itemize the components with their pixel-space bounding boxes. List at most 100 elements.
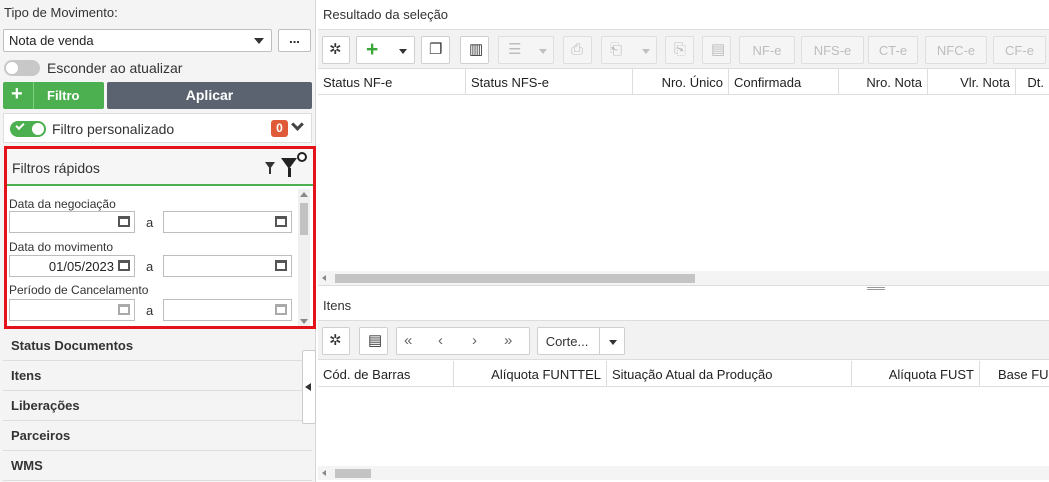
caret-down-icon[interactable]: [609, 340, 617, 345]
copy-button[interactable]: ❐: [421, 36, 450, 64]
chevron-down-icon[interactable]: [291, 118, 304, 131]
filtro-count-badge: 0: [271, 120, 288, 137]
date-value: 01/05/2023: [48, 259, 114, 274]
accordion-parceiros[interactable]: Parceiros: [3, 421, 312, 451]
calendar-icon[interactable]: [275, 216, 287, 227]
accordion-wms[interactable]: WMS: [3, 451, 312, 481]
button-divider: [33, 82, 34, 109]
report-button[interactable]: ▤: [702, 36, 731, 64]
nfce-label: NFC-e: [936, 43, 976, 58]
col-aliquota-funttel[interactable]: Alíquota FUNTTEL: [454, 361, 607, 387]
calendar-icon[interactable]: [275, 304, 287, 315]
scroll-left-icon[interactable]: [322, 275, 326, 281]
filtro-personalizado-label: Filtro personalizado: [52, 121, 175, 137]
nfse-button[interactable]: NFS-e: [801, 36, 864, 64]
col-nro-unico[interactable]: Nro. Único: [633, 69, 729, 95]
itens-detail-button[interactable]: ▤: [359, 327, 388, 355]
cte-button[interactable]: CT-e: [868, 36, 918, 64]
caret-down-icon[interactable]: [642, 49, 650, 54]
col-situacao-producao[interactable]: Situação Atual da Produção: [607, 361, 852, 387]
add-button[interactable]: +: [356, 36, 415, 64]
caret-down-icon[interactable]: [399, 49, 407, 54]
resultado-hscrollbar[interactable]: [318, 271, 1049, 285]
chevron-right-icon[interactable]: ›: [472, 333, 477, 349]
accordion-label: Liberações: [11, 398, 80, 413]
col-nro-nota[interactable]: Nro. Nota: [839, 69, 928, 95]
col-base-fu[interactable]: Base FU: [980, 361, 1049, 387]
caret-down-icon: [254, 38, 264, 44]
periodo-cancelamento-from[interactable]: [9, 299, 135, 321]
periodo-cancelamento-to[interactable]: [163, 299, 292, 321]
tipo-movimento-more-button[interactable]: ...: [278, 29, 311, 52]
nfce-button[interactable]: NFC-e: [925, 36, 987, 64]
caret-down-icon[interactable]: [539, 49, 547, 54]
double-chevron-right-icon[interactable]: »: [504, 333, 512, 349]
filtro-personalizado-toggle[interactable]: [10, 120, 46, 137]
cfe-label: CF-e: [1005, 43, 1034, 58]
col-vlr-nota[interactable]: Vlr. Nota: [928, 69, 1016, 95]
pdf-icon: ⎙: [571, 41, 584, 58]
range-separator: a: [146, 303, 154, 318]
periodo-cancelamento-label: Período de Cancelamento: [9, 283, 149, 297]
panel-splitter[interactable]: [318, 285, 1049, 290]
scrollbar-thumb[interactable]: [300, 203, 308, 235]
cfe-button[interactable]: CF-e: [993, 36, 1046, 64]
print-button[interactable]: ⎗: [601, 36, 657, 64]
scroll-up-icon[interactable]: [300, 192, 308, 197]
scrollbar-thumb[interactable]: [335, 274, 695, 283]
delete-button[interactable]: ▥: [460, 36, 489, 64]
filter-icon[interactable]: [265, 162, 275, 174]
data-negociacao-label: Data da negociação: [9, 197, 116, 211]
settings-button[interactable]: ✲: [322, 36, 350, 64]
col-cod-barras[interactable]: Cód. de Barras: [318, 361, 454, 387]
accordion-itens[interactable]: Itens: [3, 361, 312, 391]
double-chevron-left-icon[interactable]: «: [404, 333, 412, 349]
splitter-grip-icon[interactable]: [867, 287, 885, 290]
col-aliquota-fust[interactable]: Alíquota FUST: [852, 361, 980, 387]
data-movimento-to[interactable]: [163, 255, 292, 277]
data-negociacao-to[interactable]: [163, 211, 292, 233]
filter-clear-icon-stem: [288, 168, 291, 177]
itens-grid-header: Cód. de Barras Alíquota FUNTTEL Situação…: [318, 361, 1049, 387]
itens-hscrollbar[interactable]: [318, 466, 1049, 480]
chevron-left-icon[interactable]: ‹: [438, 333, 443, 349]
col-status-nfse[interactable]: Status NFS-e: [466, 69, 633, 95]
nfe-label: NF-e: [752, 43, 782, 58]
col-status-nfe[interactable]: Status NF-e: [318, 69, 466, 95]
filtro-button[interactable]: + Filtro: [3, 82, 104, 109]
calendar-icon[interactable]: [118, 260, 130, 271]
col-dt[interactable]: Dt.: [1016, 69, 1049, 95]
gear-icon: ✲: [329, 332, 342, 349]
data-negociacao-from[interactable]: [9, 211, 135, 233]
data-movimento-from[interactable]: 01/05/2023: [9, 255, 135, 277]
app-root: Tipo de Movimento: Nota de venda ... Esc…: [0, 0, 1049, 482]
scrollbar-thumb[interactable]: [335, 469, 371, 478]
tipo-movimento-select[interactable]: Nota de venda: [3, 29, 272, 52]
accordion-liberacoes[interactable]: Liberações: [3, 391, 312, 421]
resultado-grid-header: Status NF-e Status NFS-e Nro. Único Conf…: [318, 69, 1049, 95]
calendar-icon[interactable]: [118, 304, 130, 315]
accordion-status-documentos[interactable]: Status Documentos: [3, 331, 312, 361]
range-separator: a: [146, 259, 154, 274]
list-button[interactable]: ☰: [498, 36, 554, 64]
filtro-personalizado-row: Filtro personalizado 0: [3, 113, 312, 143]
col-confirmada[interactable]: Confirmada: [729, 69, 839, 95]
data-movimento-label: Data do movimento: [9, 240, 114, 254]
accordion-label: WMS: [11, 458, 43, 473]
collapse-panel-handle[interactable]: [302, 350, 316, 424]
pdf-button[interactable]: ⎙: [563, 36, 592, 64]
toggle-knob: [32, 123, 44, 135]
quick-filters-scrollbar[interactable]: [298, 189, 310, 326]
calendar-icon[interactable]: [275, 260, 287, 271]
esconder-toggle[interactable]: [4, 60, 40, 76]
scroll-left-icon[interactable]: [322, 470, 326, 476]
corte-dropdown[interactable]: Corte...: [537, 327, 625, 355]
nfe-button[interactable]: NF-e: [739, 36, 795, 64]
scroll-down-icon[interactable]: [300, 319, 308, 324]
cancel-doc-button[interactable]: ⎘: [665, 36, 694, 64]
aplicar-button[interactable]: Aplicar: [107, 82, 312, 109]
nfse-label: NFS-e: [813, 43, 852, 58]
cte-label: CT-e: [878, 43, 908, 58]
calendar-icon[interactable]: [118, 216, 130, 227]
itens-settings-button[interactable]: ✲: [322, 327, 350, 355]
